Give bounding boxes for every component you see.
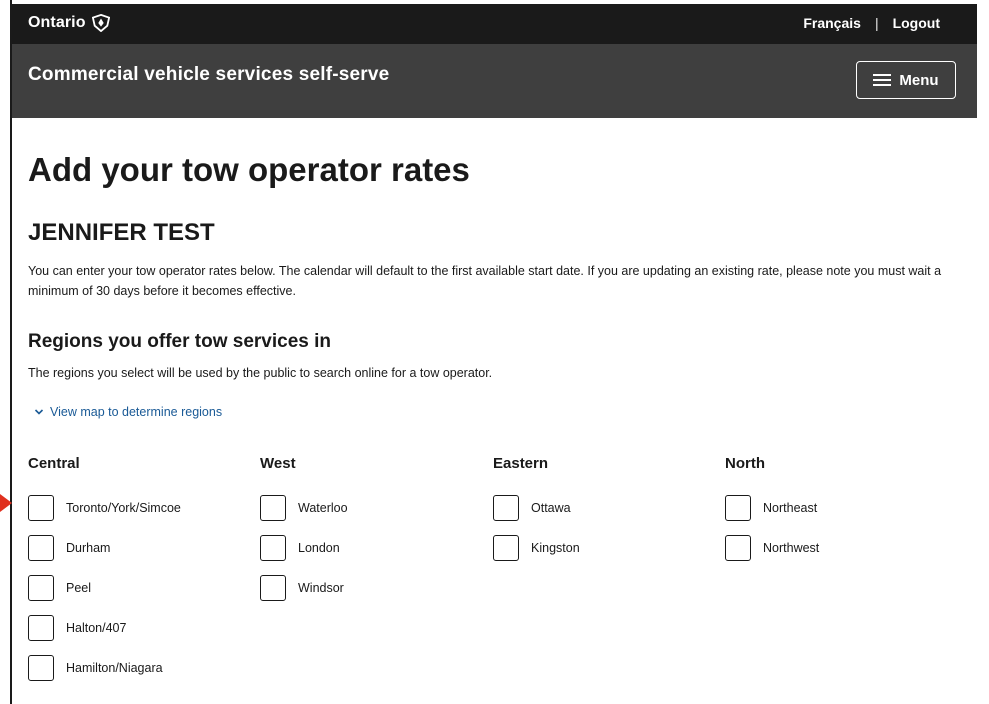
- brand-text: Ontario: [28, 14, 86, 31]
- option-label: Ottawa: [531, 501, 571, 515]
- checkbox[interactable]: [725, 535, 751, 561]
- region-column-north: North Northeast Northwest: [725, 454, 945, 568]
- column-title: Eastern: [493, 455, 549, 472]
- option-label: Hamilton/Niagara: [66, 661, 163, 675]
- logout-link[interactable]: Logout: [893, 15, 940, 31]
- checkbox[interactable]: [28, 615, 54, 641]
- region-option-northeast[interactable]: Northeast: [725, 488, 945, 528]
- column-title: North: [725, 455, 765, 472]
- option-label: Durham: [66, 541, 111, 555]
- option-label: Windsor: [298, 581, 344, 595]
- checkbox[interactable]: [260, 495, 286, 521]
- checkbox[interactable]: [28, 495, 54, 521]
- ontario-logo-link[interactable]: Ontario: [28, 14, 110, 32]
- hamburger-icon: [873, 74, 892, 86]
- region-option-ottawa[interactable]: Ottawa: [493, 488, 713, 528]
- service-header: Commercial vehicle services self-serve M…: [12, 44, 977, 118]
- francais-link[interactable]: Français: [803, 15, 861, 31]
- links-separator: |: [874, 15, 879, 31]
- service-title[interactable]: Commercial vehicle services self-serve: [28, 64, 389, 86]
- menu-button[interactable]: Menu: [856, 61, 956, 99]
- region-column-central: Central Toronto/York/Simcoe Durham Peel …: [28, 454, 248, 688]
- option-label: Toronto/York/Simcoe: [66, 501, 181, 515]
- option-label: Peel: [66, 581, 92, 595]
- region-option-halton-407[interactable]: Halton/407: [28, 608, 248, 648]
- region-column-eastern: Eastern Ottawa Kingston: [493, 454, 713, 568]
- region-column-west: West Waterloo London Windsor: [260, 454, 480, 608]
- checkbox[interactable]: [260, 535, 286, 561]
- regions-columns: Central Toronto/York/Simcoe Durham Peel …: [28, 454, 958, 704]
- column-title: Central: [28, 455, 80, 472]
- column-title: West: [260, 455, 296, 472]
- checkbox[interactable]: [493, 495, 519, 521]
- region-option-hamilton-niagara[interactable]: Hamilton/Niagara: [28, 648, 248, 688]
- region-option-waterloo[interactable]: Waterloo: [260, 488, 480, 528]
- page-frame: Ontario Français | Logout Commercial veh…: [0, 0, 989, 704]
- checkbox[interactable]: [260, 575, 286, 601]
- checkbox[interactable]: [28, 535, 54, 561]
- option-label: Northeast: [763, 501, 818, 515]
- region-option-toronto-york-simcoe[interactable]: Toronto/York/Simcoe: [28, 488, 248, 528]
- option-label: Kingston: [531, 541, 580, 555]
- region-option-london[interactable]: London: [260, 528, 480, 568]
- page-title: Add your tow operator rates: [28, 151, 470, 188]
- top-links: Français | Logout: [803, 15, 940, 31]
- intro-text: You can enter your tow operator rates be…: [28, 264, 942, 298]
- top-bar: Ontario Français | Logout: [12, 4, 977, 44]
- region-option-kingston[interactable]: Kingston: [493, 528, 713, 568]
- regions-description: The regions you select will be used by t…: [28, 366, 493, 380]
- region-option-northwest[interactable]: Northwest: [725, 528, 945, 568]
- option-label: Northwest: [763, 541, 820, 555]
- chevron-down-icon: [34, 409, 44, 415]
- checkbox[interactable]: [493, 535, 519, 561]
- option-label: Waterloo: [298, 501, 348, 515]
- option-label: Halton/407: [66, 621, 127, 635]
- checkbox[interactable]: [28, 575, 54, 601]
- region-option-durham[interactable]: Durham: [28, 528, 248, 568]
- ontario-trillium-icon: [91, 14, 110, 32]
- red-arrow-pointer-icon: [0, 494, 12, 512]
- menu-label: Menu: [899, 71, 939, 89]
- region-option-peel[interactable]: Peel: [28, 568, 248, 608]
- option-label: London: [298, 541, 340, 555]
- view-map-label: View map to determine regions: [50, 405, 223, 419]
- view-map-link[interactable]: View map to determine regions: [34, 403, 222, 421]
- checkbox[interactable]: [28, 655, 54, 681]
- checkbox[interactable]: [725, 495, 751, 521]
- region-option-windsor[interactable]: Windsor: [260, 568, 480, 608]
- regions-heading: Regions you offer tow services in: [28, 331, 332, 352]
- applicant-name: JENNIFER TEST: [28, 219, 215, 246]
